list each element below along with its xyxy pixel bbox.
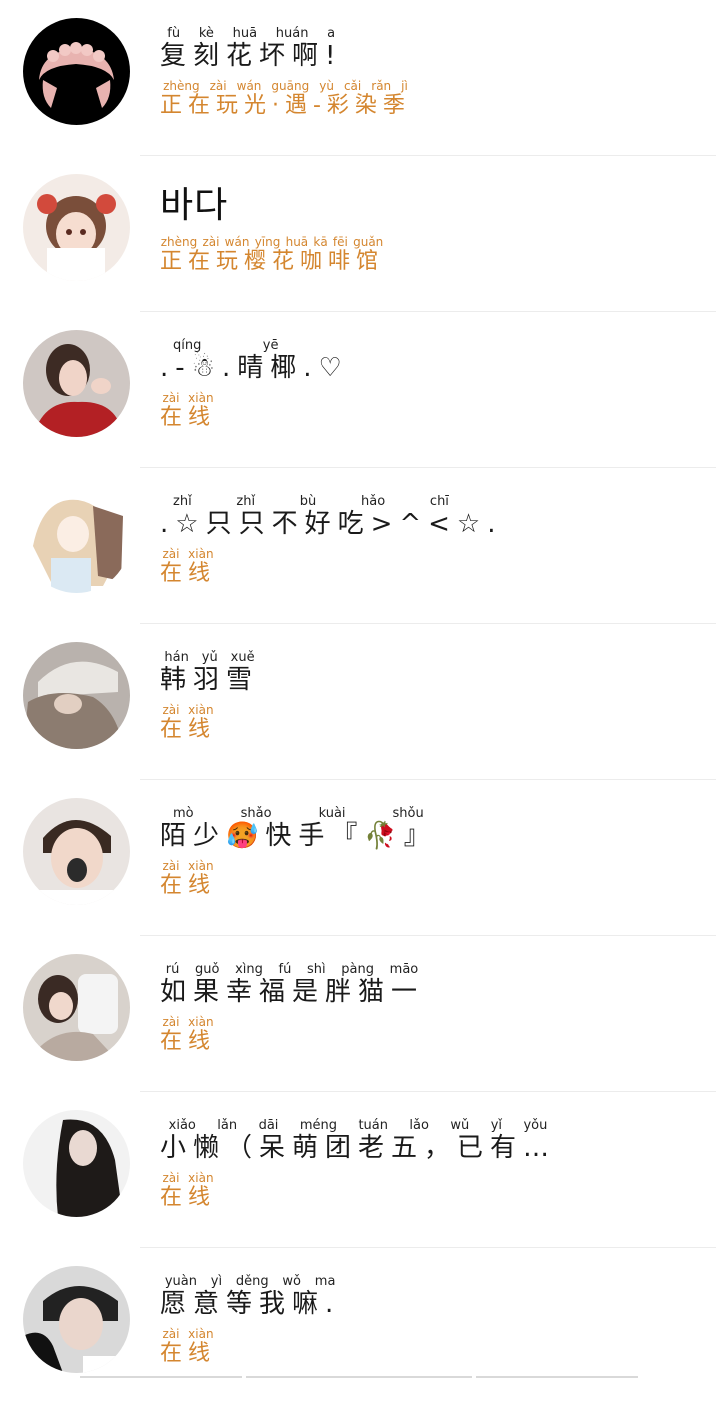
avatar[interactable] <box>23 18 130 125</box>
contact-row[interactable]: 韩羽雪hán yǔ xuě 在线zài xiàn <box>0 624 716 780</box>
contact-status: 在线zài xiàn <box>160 1171 217 1210</box>
contact-row[interactable]: 바다 正在玩樱花咖啡馆zhèng zài wán yīng huā kā fēi… <box>0 156 716 312</box>
contact-name[interactable]: .-☃.晴椰.♡ qíng yē <box>160 338 349 384</box>
name-pinyin: rú guǒ xìng fú shì pàng māo <box>160 962 424 977</box>
contact-row[interactable]: 复刻花坏啊!fù kè huā huán a 正在玩光·遇-彩染季zhèng z… <box>0 0 716 156</box>
name-pinyin: qíng yē <box>160 338 292 353</box>
status-pinyin: zhèng zài wán guāng yù cǎi rǎn jì <box>160 79 411 93</box>
contact-name[interactable]: .☆只只不好吃>^<☆. zhǐ zhǐ bù hǎo chī <box>160 494 503 540</box>
contact-name[interactable]: 陌少🥵快手『🥀』mò shǎo kuài shǒu <box>160 806 437 852</box>
contact-name[interactable]: 바다 <box>160 184 228 228</box>
contact-status: 正在玩樱花咖啡馆zhèng zài wán yīng huā kā fēi gu… <box>160 235 385 274</box>
contact-name[interactable]: 愿意等我嘛.yuàn yì děng wǒ ma <box>160 1274 341 1320</box>
contact-status: 在线zài xiàn <box>160 703 217 742</box>
contact-row[interactable]: .-☃.晴椰.♡ qíng yē 在线zài xiàn <box>0 312 716 468</box>
contact-row[interactable]: 愿意等我嘛.yuàn yì děng wǒ ma 在线zài xiàn <box>0 1248 716 1404</box>
avatar[interactable] <box>23 330 130 437</box>
contact-status: 正在玩光·遇-彩染季zhèng zài wán guāng yù cǎi rǎn… <box>160 79 411 118</box>
status-pinyin: zài xiàn <box>160 547 217 561</box>
bottom-tab-indicator <box>0 1376 716 1380</box>
status-pinyin: zài xiàn <box>160 859 217 873</box>
name-pinyin: yuàn yì děng wǒ ma <box>160 1274 341 1289</box>
status-pinyin: zài xiàn <box>160 1171 217 1185</box>
status-pinyin: zhèng zài wán yīng huā kā fēi guǎn <box>160 235 384 249</box>
name-pinyin: mò shǎo kuài shǒu <box>160 806 437 821</box>
contact-name[interactable]: 复刻花坏啊!fù kè huā huán a <box>160 26 343 72</box>
contact-status: 在线zài xiàn <box>160 1015 217 1054</box>
contact-name[interactable]: 小懒（呆萌团老五，已有…xiǎo lǎn dāi méng tuán lǎo w… <box>160 1118 556 1164</box>
status-pinyin: zài xiàn <box>160 1327 217 1341</box>
avatar[interactable] <box>23 798 130 905</box>
contact-status: 在线zài xiàn <box>160 391 217 430</box>
contact-row[interactable]: 陌少🥵快手『🥀』mò shǎo kuài shǒu 在线zài xiàn <box>0 780 716 936</box>
avatar[interactable] <box>23 954 130 1061</box>
status-pinyin: zài xiàn <box>160 703 217 717</box>
name-pinyin: hán yǔ xuě <box>160 650 260 665</box>
contact-name[interactable]: 如果幸福是胖猫一rú guǒ xìng fú shì pàng māo <box>160 962 424 1008</box>
contact-name[interactable]: 韩羽雪hán yǔ xuě <box>160 650 260 696</box>
status-pinyin: zài xiàn <box>160 391 217 405</box>
contact-row[interactable]: 如果幸福是胖猫一rú guǒ xìng fú shì pàng māo 在线zà… <box>0 936 716 1092</box>
avatar[interactable] <box>23 486 130 593</box>
name-pinyin: fù kè huā huán a <box>160 26 343 41</box>
contact-row[interactable]: 小懒（呆萌团老五，已有…xiǎo lǎn dāi méng tuán lǎo w… <box>0 1092 716 1248</box>
name-pinyin: xiǎo lǎn dāi méng tuán lǎo wǔ yǐ yǒu <box>160 1118 556 1133</box>
avatar[interactable] <box>23 1266 130 1373</box>
contact-status: 在线zài xiàn <box>160 859 217 898</box>
avatar[interactable] <box>23 1110 130 1217</box>
avatar[interactable] <box>23 174 130 281</box>
avatar[interactable] <box>23 642 130 749</box>
contact-status: 在线zài xiàn <box>160 547 217 586</box>
contact-status: 在线zài xiàn <box>160 1327 217 1366</box>
contact-list: 复刻花坏啊!fù kè huā huán a 正在玩光·遇-彩染季zhèng z… <box>0 0 716 1404</box>
name-pinyin: zhǐ zhǐ bù hǎo chī <box>160 494 462 509</box>
status-pinyin: zài xiàn <box>160 1015 217 1029</box>
contact-row[interactable]: .☆只只不好吃>^<☆. zhǐ zhǐ bù hǎo chī 在线zài xi… <box>0 468 716 624</box>
